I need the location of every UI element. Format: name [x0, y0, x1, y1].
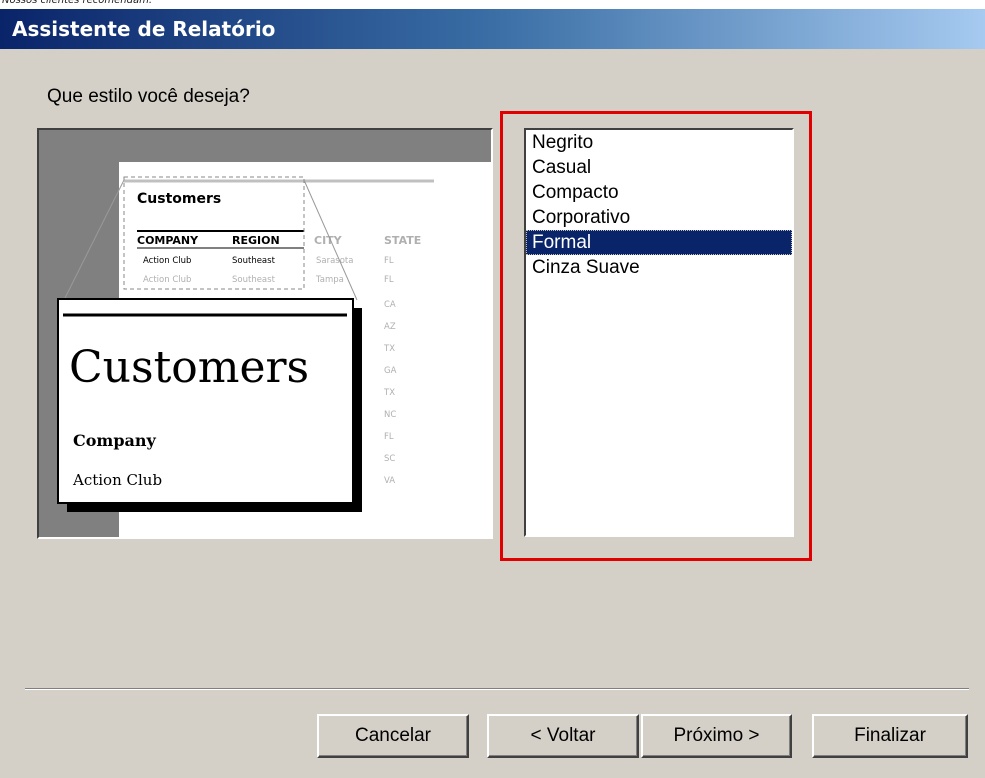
style-preview: Customers COMPANY REGION CITY STATE Acti… [37, 128, 493, 539]
preview-state-cell: TX [383, 344, 395, 354]
back-button[interactable]: < Voltar [487, 714, 639, 758]
preview-col-company: COMPANY [137, 234, 199, 247]
preview-state-cell: NC [384, 410, 396, 420]
preview-state-cell: TX [383, 388, 395, 398]
preview-zoom-value: Action Club [72, 471, 162, 489]
style-option-formal[interactable]: Formal [526, 230, 792, 255]
caption-text: Nossos clientes recomendam. [2, 0, 153, 6]
preview-zoom-header: Company [73, 431, 157, 450]
preview-row1-city: Sarasota [316, 256, 353, 266]
style-option-casual[interactable]: Casual [526, 155, 792, 180]
preview-state-cell: AZ [384, 322, 396, 332]
style-option-cinza-suave[interactable]: Cinza Suave [526, 255, 792, 280]
style-preview-graphic: Customers COMPANY REGION CITY STATE Acti… [39, 130, 491, 537]
preview-state-cell: VA [384, 476, 395, 486]
window-title: Assistente de Relatório [12, 17, 276, 41]
preview-row2-state: FL [384, 275, 394, 285]
preview-row1-company: Action Club [143, 256, 191, 266]
title-bar: Assistente de Relatório [0, 9, 985, 49]
style-listbox[interactable]: Negrito Casual Compacto Corporativo Formal Ci… [524, 128, 794, 537]
preview-back-title: Customers [137, 191, 221, 207]
preview-state-cell: SC [384, 454, 395, 464]
preview-zoom-title: Customers [69, 342, 309, 393]
preview-row1-state: FL [384, 256, 394, 266]
finish-button[interactable]: Finalizar [812, 714, 968, 758]
preview-row2-company: Action Club [143, 275, 191, 285]
button-separator [25, 688, 969, 690]
preview-row2-region: Southeast [232, 275, 276, 285]
style-option-negrito[interactable]: Negrito [526, 130, 792, 155]
preview-state-cell: CA [384, 300, 396, 310]
preview-state-cell: GA [384, 366, 397, 376]
preview-col-region: REGION [232, 234, 280, 247]
preview-more-states: CA AZ TX GA TX NC FL SC VA [383, 300, 397, 486]
style-option-compacto[interactable]: Compacto [526, 180, 792, 205]
preview-col-state: STATE [384, 234, 421, 247]
next-button[interactable]: Próximo > [641, 714, 792, 758]
cancel-button[interactable]: Cancelar [317, 714, 469, 758]
preview-state-cell: FL [384, 432, 394, 442]
style-option-corporativo[interactable]: Corporativo [526, 205, 792, 230]
preview-row1-region: Southeast [232, 256, 276, 266]
style-question-label: Que estilo você deseja? [47, 86, 250, 107]
preview-row2-city: Tampa [315, 275, 344, 285]
